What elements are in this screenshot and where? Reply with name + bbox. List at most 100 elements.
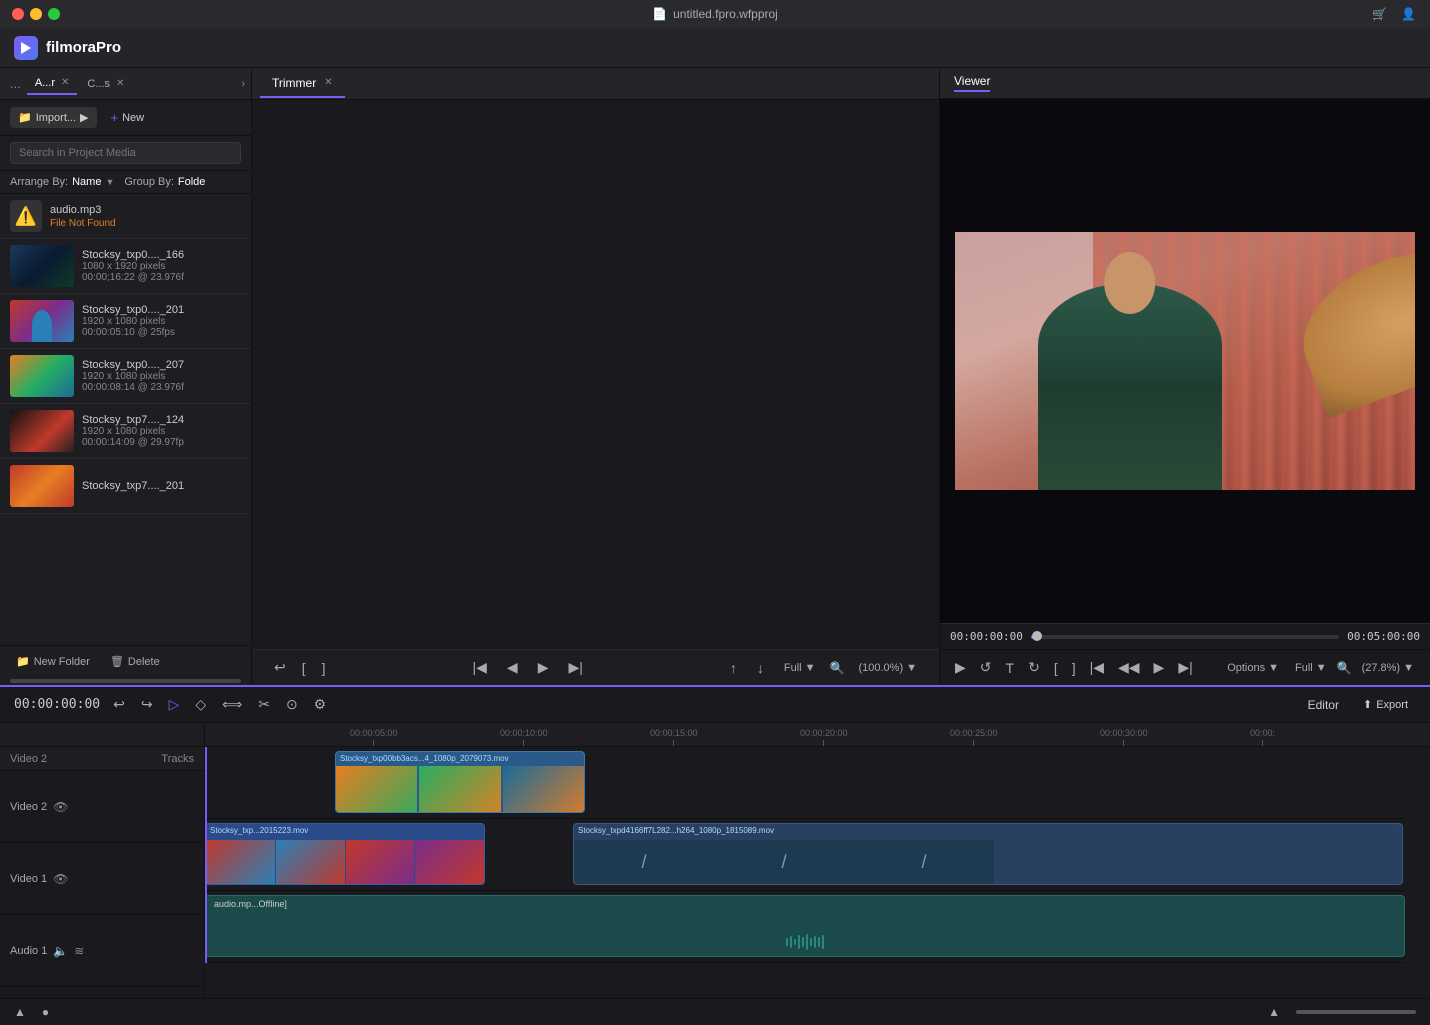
editor-select-btn[interactable]: ▷ bbox=[164, 693, 185, 716]
editor-crop-btn[interactable]: ✂ bbox=[253, 693, 275, 716]
trimmer-full-chevron: ▼ bbox=[805, 662, 816, 674]
delete-button[interactable]: 🗑 Delete bbox=[104, 652, 166, 671]
close-button[interactable] bbox=[12, 8, 24, 20]
center-panel: Trimmer ✕ ↩ [ ] |◀ ◀ ▶ ▶| ↑ ↓ bbox=[252, 68, 940, 685]
viewer-playhead-dot[interactable] bbox=[1032, 631, 1042, 641]
tab-trimmer[interactable]: Trimmer ✕ bbox=[260, 70, 345, 98]
import-button[interactable]: 📁 Import... ▶ bbox=[10, 107, 97, 128]
trimmer-skip-start-btn[interactable]: |◀ bbox=[467, 656, 493, 679]
cart-icon[interactable]: 🛒 bbox=[1372, 7, 1387, 21]
arrange-value[interactable]: Name bbox=[72, 176, 101, 188]
trimmer-step-back-btn[interactable]: ◀ bbox=[501, 656, 524, 679]
viewer-left-controls: ▶ ↺ T ↻ [ ] |◀ ◀◀ ▶ ▶| bbox=[950, 656, 1198, 679]
clip-video2-1[interactable]: Stocksy_txp00bb3acs...4_1080p_2079073.mo… bbox=[335, 751, 585, 813]
tab-assets[interactable]: A...r ✕ bbox=[27, 73, 78, 95]
viewer-full-dropdown[interactable]: Full ▼ bbox=[1289, 659, 1333, 677]
list-item[interactable]: Stocksy_txp7...._201 bbox=[0, 459, 251, 514]
waveform-icon[interactable]: ≋ bbox=[74, 944, 84, 958]
viewer-tab-label[interactable]: Viewer bbox=[954, 74, 990, 92]
tab-color[interactable]: C...s ✕ bbox=[79, 74, 132, 94]
traffic-lights bbox=[12, 8, 60, 20]
list-item[interactable]: Stocksy_txp0...._201 1920 x 1080 pixels … bbox=[0, 294, 251, 349]
maximize-button[interactable] bbox=[48, 8, 60, 20]
eye-icon-video1[interactable]: 👁 bbox=[53, 872, 68, 886]
list-item[interactable]: Stocksy_txp0...._207 1920 x 1080 pixels … bbox=[0, 349, 251, 404]
new-button[interactable]: + New bbox=[103, 106, 153, 129]
search-input[interactable] bbox=[10, 142, 241, 164]
trimmer-mark-in-btn[interactable]: [ bbox=[296, 656, 312, 679]
viewer-loop2-btn[interactable]: ↻ bbox=[1023, 656, 1045, 679]
tab-assets-close[interactable]: ✕ bbox=[61, 77, 69, 88]
tab-overflow[interactable]: ... bbox=[6, 72, 25, 95]
viewer-zoom-dropdown[interactable]: (27.8%) ▼ bbox=[1356, 659, 1420, 677]
trimmer-bottom-bar: ↩ [ ] |◀ ◀ ▶ ▶| ↑ ↓ Full ▼ 🔍 (100.0%) bbox=[252, 649, 939, 685]
media-thumb-1 bbox=[10, 245, 74, 287]
editor-magnet-btn[interactable]: ⊙ bbox=[281, 693, 303, 716]
editor-redo-btn[interactable]: ↪ bbox=[136, 693, 158, 716]
list-item[interactable]: Stocksy_txp0...._166 1080 x 1920 pixels … bbox=[0, 239, 251, 294]
viewer-progress-bar[interactable] bbox=[1031, 635, 1339, 639]
export-button[interactable]: ⬆ Export bbox=[1355, 694, 1416, 715]
clip-video1-1[interactable]: Stocksy_txp...2015223.mov bbox=[205, 823, 485, 885]
tracks-label: Video 2 bbox=[10, 753, 47, 765]
clip-v1-2-name: Stocksy_txpd4166ff7L282...h264_1080p_181… bbox=[574, 824, 1402, 837]
window-title: 📄 untitled.fpro.wfpproj bbox=[652, 7, 778, 21]
group-value[interactable]: Folde bbox=[178, 176, 206, 188]
trimmer-tab-close[interactable]: ✕ bbox=[324, 77, 332, 88]
user-icon[interactable]: 👤 bbox=[1401, 7, 1416, 21]
ruler-mark-5s: 00:00:05:00 bbox=[350, 728, 398, 746]
viewer-loop-btn[interactable]: ↺ bbox=[975, 656, 997, 679]
list-item[interactable]: Stocksy_txp7...._124 1920 x 1080 pixels … bbox=[0, 404, 251, 459]
footer-arrow-right-btn[interactable]: ▲ bbox=[1264, 1003, 1284, 1021]
error-info: audio.mp3 File Not Found bbox=[50, 204, 116, 229]
new-folder-button[interactable]: 📁 New Folder bbox=[10, 652, 96, 671]
editor-timecode: 00:00:00:00 bbox=[14, 697, 100, 712]
viewer-skip-start-btn[interactable]: |◀ bbox=[1085, 656, 1109, 679]
editor-undo-btn[interactable]: ↩ bbox=[108, 693, 130, 716]
error-item[interactable]: ⚠️ audio.mp3 File Not Found bbox=[0, 194, 251, 239]
media-info-2: Stocksy_txp0...._201 1920 x 1080 pixels … bbox=[82, 304, 241, 338]
speaker-icon[interactable]: 🔈 bbox=[53, 944, 68, 958]
minimize-button[interactable] bbox=[30, 8, 42, 20]
editor-ripple-btn[interactable]: ⟺ bbox=[217, 693, 247, 716]
footer-arrow-up-btn[interactable]: ▲ bbox=[10, 1003, 30, 1021]
ruler-spacer bbox=[0, 723, 204, 747]
viewer-skip-end-btn[interactable]: ▶| bbox=[1173, 656, 1197, 679]
tab-color-close[interactable]: ✕ bbox=[116, 78, 124, 89]
media-thumb-3 bbox=[10, 355, 74, 397]
playhead[interactable] bbox=[205, 747, 207, 963]
viewer-mark-in-btn[interactable]: [ bbox=[1049, 657, 1063, 679]
eye-icon-video2[interactable]: 👁 bbox=[53, 800, 68, 814]
viewer-mark-out-btn[interactable]: ] bbox=[1067, 657, 1081, 679]
clip-audio1[interactable]: audio.mp...Offline] bbox=[205, 895, 1405, 957]
viewer-play2-btn[interactable]: ▶ bbox=[1149, 656, 1170, 679]
center-tabs: Trimmer ✕ bbox=[252, 68, 939, 100]
left-panel: ... A...r ✕ C...s ✕ › 📁 Import... ▶ + Ne… bbox=[0, 68, 252, 685]
clip-v2-name: Stocksy_txp00bb3acs...4_1080p_2079073.mo… bbox=[336, 752, 584, 765]
trimmer-mark-out-btn[interactable]: ] bbox=[316, 656, 332, 679]
tab-arrow-right[interactable]: › bbox=[241, 78, 245, 90]
clip-video1-2[interactable]: Stocksy_txpd4166ff7L282...h264_1080p_181… bbox=[573, 823, 1403, 885]
viewer-options-dropdown[interactable]: Options ▼ bbox=[1221, 659, 1285, 677]
viewer-step-back-btn[interactable]: ◀◀ bbox=[1113, 656, 1145, 679]
editor-settings-btn[interactable]: ⚙ bbox=[309, 693, 332, 716]
ruler-mark-20s: 00:00:20:00 bbox=[800, 728, 848, 746]
trimmer-full-dropdown[interactable]: Full ▼ bbox=[778, 659, 822, 677]
footer-dot-btn[interactable]: ● bbox=[38, 1003, 53, 1021]
trimmer-zoom-dropdown[interactable]: (100.0%) ▼ bbox=[852, 659, 923, 677]
trimmer-play-btn[interactable]: ▶ bbox=[532, 656, 555, 679]
folder-icon: 📁 bbox=[16, 655, 30, 668]
arrange-chevron-icon[interactable]: ▼ bbox=[105, 177, 114, 187]
trimmer-undo-btn[interactable]: ↩ bbox=[268, 656, 292, 679]
trimmer-step-fwd-btn[interactable]: ▶| bbox=[562, 656, 588, 679]
trimmer-overwrite-btn[interactable]: ↓ bbox=[751, 657, 770, 679]
footer-scrollbar[interactable] bbox=[1296, 1010, 1416, 1014]
horizontal-scrollbar[interactable] bbox=[10, 679, 241, 683]
right-panel: Viewer 00:00:00:00 00:05:00:00 bbox=[940, 68, 1430, 685]
trimmer-insert-btn[interactable]: ↑ bbox=[724, 657, 743, 679]
viewer-title-btn[interactable]: T bbox=[1001, 657, 1020, 679]
editor-blade-btn[interactable]: ◇ bbox=[190, 693, 211, 716]
media-name-4: Stocksy_txp7...._124 bbox=[82, 414, 241, 426]
timeline-scroll-area[interactable]: 00:00:05:00 00:00:10:00 00:00:15:00 00:0… bbox=[205, 723, 1430, 998]
viewer-play-btn[interactable]: ▶ bbox=[950, 656, 971, 679]
